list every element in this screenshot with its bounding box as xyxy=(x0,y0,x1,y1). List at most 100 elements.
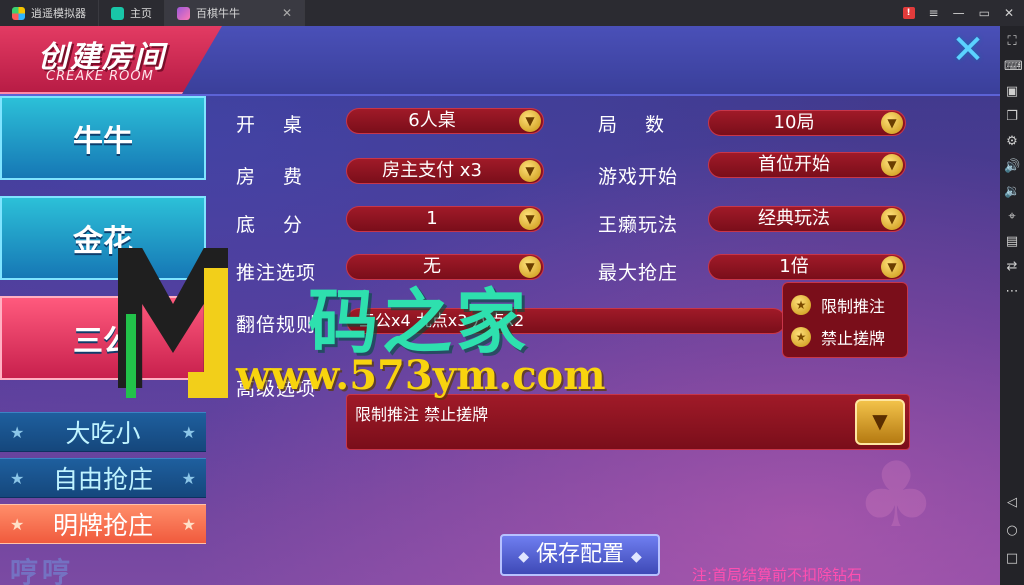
star-coin-icon: ★ xyxy=(791,327,811,347)
label-start: 游戏开始 xyxy=(598,166,679,188)
advanced-dropdown-button[interactable]: ▼ xyxy=(855,399,905,445)
select-value: 房主支付 x3 xyxy=(382,160,482,181)
chevron-down-icon: ▼ xyxy=(872,409,888,433)
save-config-button[interactable]: ◆ 保存配置 ◆ xyxy=(500,534,660,576)
close-tab-icon[interactable]: ✕ xyxy=(282,6,292,20)
back-icon[interactable]: ◁ xyxy=(1004,495,1020,511)
chevron-down-icon: ▼ xyxy=(881,112,903,134)
table-select[interactable]: 6人桌 ▼ xyxy=(346,108,544,134)
save-label: 保存配置 xyxy=(535,542,624,567)
fullscreen-icon[interactable]: ⛶ xyxy=(1004,34,1020,50)
watermark-logo xyxy=(118,248,228,398)
game-viewport: 创建房间 CREAKE ROOM ✕ 牛牛 金花 三公 ★ 大吃小 ★ ★ 自由… xyxy=(0,26,1000,585)
chevron-down-icon: ▼ xyxy=(881,208,903,230)
select-value: 10局 xyxy=(773,112,815,133)
tab-game-title: 百棋牛牛 xyxy=(177,5,240,21)
tab-label: 主页 xyxy=(130,7,152,20)
chevron-down-icon: ▼ xyxy=(881,154,903,176)
keyboard-icon[interactable]: ⌨ xyxy=(1004,59,1023,75)
emulator-toolbar: ⛶ ⌨ ▣ ❐ ⚙ 🔊 🔉 ⌖ ▤ ⇄ ⋯ ◁ ○ □ xyxy=(1000,26,1024,585)
tab-label: 百棋牛牛 xyxy=(196,7,240,20)
banker-select[interactable]: 1倍 ▼ xyxy=(708,254,906,280)
game-icon xyxy=(177,6,190,20)
label-table: 开桌 xyxy=(236,114,331,136)
popup-item-no-rub[interactable]: ★ 禁止搓牌 xyxy=(791,321,899,353)
label-banker: 最大抢庄 xyxy=(598,262,679,284)
advanced-options-box[interactable]: 限制推注 禁止搓牌 ▼ xyxy=(346,394,910,450)
select-value: 首位开始 xyxy=(758,154,830,175)
menu-item-dachixiao[interactable]: ★ 大吃小 ★ xyxy=(0,412,206,452)
menu-item-label: 自由抢庄 xyxy=(52,465,153,494)
page-subtitle: CREAKE ROOM xyxy=(46,69,154,84)
alert-icon[interactable]: ! xyxy=(902,7,915,19)
popup-item-label: 禁止搓牌 xyxy=(821,329,886,348)
star-icon: ★ xyxy=(10,468,25,488)
select-value: 6人桌 xyxy=(408,110,456,131)
android-nav: ◁ ○ □ xyxy=(1004,495,1020,585)
start-select[interactable]: 首位开始 ▼ xyxy=(708,152,906,178)
location-icon[interactable]: ⌖ xyxy=(1004,209,1020,225)
star-coin-icon: ★ xyxy=(791,295,811,315)
diamond-icon: ◆ xyxy=(518,549,529,565)
label-fee: 房费 xyxy=(236,166,331,188)
more-icon[interactable]: ⋯ xyxy=(1004,284,1020,300)
menu-icon[interactable]: ≡ xyxy=(929,6,939,20)
volume-up-icon[interactable]: 🔊 xyxy=(1004,159,1020,175)
menu-item-niuniu[interactable]: 牛牛 xyxy=(0,96,206,180)
folder-icon[interactable]: ▤ xyxy=(1004,234,1020,250)
window-controls: ! ≡ — ▭ ✕ xyxy=(902,0,1024,26)
label-wild: 王癞玩法 xyxy=(598,214,679,236)
popup-item-limit-push[interactable]: ★ 限制推注 xyxy=(791,289,899,321)
multi-window-icon[interactable]: ❐ xyxy=(1004,109,1020,125)
watermark-url: www.573ym.com xyxy=(236,352,606,399)
minimize-icon[interactable]: — xyxy=(953,6,965,20)
tab-label: 逍遥模拟器 xyxy=(31,7,86,20)
select-value: 1 xyxy=(426,208,438,229)
diamond-icon: ◆ xyxy=(631,549,642,565)
record-icon[interactable]: ▣ xyxy=(1004,84,1020,100)
star-icon: ★ xyxy=(181,422,196,442)
select-value: 1倍 xyxy=(779,256,809,277)
tab-emulator[interactable]: 逍遥模拟器 xyxy=(0,0,99,26)
rounds-select[interactable]: 10局 ▼ xyxy=(708,110,906,136)
label-push: 推注选项 xyxy=(236,262,317,284)
chevron-down-icon: ▼ xyxy=(519,160,541,182)
maximize-icon[interactable]: ▭ xyxy=(979,6,990,20)
close-icon[interactable]: ✕ xyxy=(950,30,986,70)
fee-select[interactable]: 房主支付 x3 ▼ xyxy=(346,158,544,184)
popup-item-label: 限制推注 xyxy=(821,297,886,316)
tab-game[interactable]: 百棋牛牛 ✕ xyxy=(165,0,305,26)
fee-note: 注:首局结算前不扣除钻石 xyxy=(692,566,863,584)
label-rounds: 局数 xyxy=(598,114,693,136)
tab-home[interactable]: 主页 xyxy=(99,0,165,26)
menu-item-label: 大吃小 xyxy=(65,419,141,448)
menu-decoration: 哼哼 xyxy=(10,556,75,585)
emulator-titlebar: 逍遥模拟器 主页 百棋牛牛 ✕ ! ≡ — ▭ ✕ xyxy=(0,0,1024,26)
chevron-down-icon: ▼ xyxy=(881,256,903,278)
star-icon: ★ xyxy=(181,514,196,534)
settings-icon[interactable]: ⚙ xyxy=(1004,134,1020,150)
sync-icon[interactable]: ⇄ xyxy=(1004,259,1020,275)
menu-item-label: 明牌抢庄 xyxy=(52,511,153,540)
home-nav-icon[interactable]: ○ xyxy=(1004,523,1020,539)
label-base: 底分 xyxy=(236,214,331,236)
menu-item-ziyou[interactable]: ★ 自由抢庄 ★ xyxy=(0,458,206,498)
home-icon xyxy=(111,6,124,20)
chevron-down-icon: ▼ xyxy=(519,110,541,132)
chevron-down-icon: ▼ xyxy=(519,208,541,230)
advanced-value: 限制推注 禁止搓牌 xyxy=(355,405,489,424)
card-decoration: ♣ xyxy=(855,443,937,548)
menu-item-mingpai[interactable]: ★ 明牌抢庄 ★ xyxy=(0,504,206,544)
star-icon: ★ xyxy=(10,514,25,534)
wild-select[interactable]: 经典玩法 ▼ xyxy=(708,206,906,232)
close-window-icon[interactable]: ✕ xyxy=(1004,6,1014,20)
star-icon: ★ xyxy=(10,422,25,442)
select-value: 经典玩法 xyxy=(758,208,830,229)
emulator-logo-icon xyxy=(12,6,25,20)
label-double: 翻倍规则 xyxy=(236,314,317,336)
base-select[interactable]: 1 ▼ xyxy=(346,206,544,232)
star-icon: ★ xyxy=(181,468,196,488)
volume-down-icon[interactable]: 🔉 xyxy=(1004,184,1020,200)
advanced-options-popup: ★ 限制推注 ★ 禁止搓牌 xyxy=(782,282,908,358)
recents-icon[interactable]: □ xyxy=(1004,551,1020,567)
